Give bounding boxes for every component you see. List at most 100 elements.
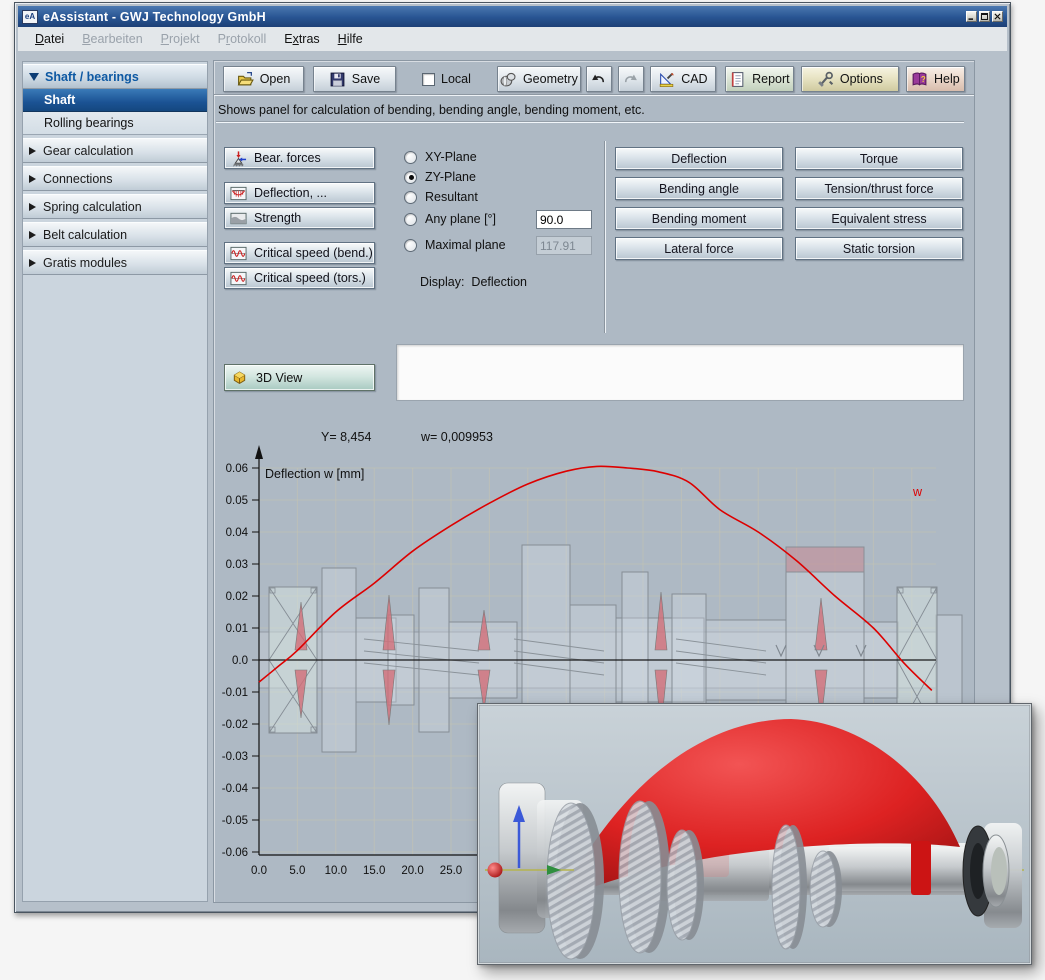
collapsed-triangle-icon <box>29 147 36 155</box>
sidebar-item-label: Shaft / bearings <box>45 70 139 84</box>
sidebar-item-label: Spring calculation <box>43 200 142 214</box>
toolbar-button-label: CAD <box>681 72 707 86</box>
any-plane-input[interactable] <box>536 210 592 229</box>
sidebar-item-shaft[interactable]: Shaft <box>23 89 207 112</box>
calc-button-label: Critical speed (bend.) <box>254 246 373 260</box>
save-disk-icon <box>329 71 346 88</box>
plane-radio-row-xy-plane: XY-Plane <box>404 150 477 164</box>
zy-plane-radio[interactable] <box>404 171 417 184</box>
readout-y: Y= 8,454 <box>321 430 371 444</box>
menu-datei[interactable]: Datei <box>26 30 73 48</box>
menu-extras[interactable]: Extras <box>275 30 328 48</box>
critical-speed-bend-button[interactable]: Critical speed (bend.) <box>224 242 375 264</box>
bending-angle-button[interactable]: Bending angle <box>615 177 783 200</box>
geometry-button[interactable]: Geometry <box>497 66 581 92</box>
sidebar-item-belt-calculation[interactable]: Belt calculation <box>23 222 207 247</box>
bear-forces-button[interactable]: Bear. forces <box>224 147 375 169</box>
result-button-label: Deflection <box>671 152 727 166</box>
sidebar-item-gear-calculation[interactable]: Gear calculation <box>23 138 207 163</box>
maximize-button[interactable] <box>979 11 990 22</box>
sidebar-item-label: Belt calculation <box>43 228 127 242</box>
svg-text:0.0: 0.0 <box>251 865 267 877</box>
view-3d-button[interactable]: 3D View <box>224 364 375 391</box>
svg-text:?: ? <box>921 74 926 83</box>
plane-radio-row-maximal-plane: Maximal plane <box>404 238 506 252</box>
calc-button-label: Bear. forces <box>254 151 321 165</box>
redo-arrow-button <box>618 66 644 92</box>
strength-button[interactable]: Strength <box>224 207 375 229</box>
sidebar-item-label: Gratis modules <box>43 256 127 270</box>
sidebar-item-rolling-bearings[interactable]: Rolling bearings <box>23 112 207 135</box>
critical-speed-icon <box>230 245 247 262</box>
bending-moment-button[interactable]: Bending moment <box>615 207 783 230</box>
svg-text:0.06: 0.06 <box>226 463 248 475</box>
svg-text:25.0: 25.0 <box>440 865 462 877</box>
svg-text:0.03: 0.03 <box>226 559 248 571</box>
sidebar-item-label: Rolling bearings <box>44 116 134 130</box>
cad-button[interactable]: CAD <box>650 66 716 92</box>
tension-thrust-force-button[interactable]: Tension/thrust force <box>795 177 963 200</box>
svg-text:20.0: 20.0 <box>401 865 423 877</box>
sidebar-item-shaft-bearings[interactable]: Shaft / bearings <box>23 64 207 89</box>
red-origin-sphere <box>488 863 503 878</box>
torque-button[interactable]: Torque <box>795 147 963 170</box>
svg-text:-0.04: -0.04 <box>222 783 249 795</box>
xy-plane-radio[interactable] <box>404 151 417 164</box>
save-button[interactable]: Save <box>313 66 396 92</box>
svg-text:5.0: 5.0 <box>289 865 305 877</box>
bearing-forces-icon <box>230 150 247 167</box>
red-band-3d <box>911 841 931 895</box>
local-checkbox[interactable] <box>422 73 435 86</box>
svg-text:0.05: 0.05 <box>226 495 248 507</box>
sidebar-item-connections[interactable]: Connections <box>23 166 207 191</box>
calc-button-label: Strength <box>254 211 301 225</box>
svg-text:0.04: 0.04 <box>226 527 249 539</box>
any-plane-radio[interactable] <box>404 213 417 226</box>
svg-text:-0.03: -0.03 <box>222 751 248 763</box>
window-title: eAssistant - GWJ Technology GmbH <box>43 10 964 24</box>
collapsed-triangle-icon <box>29 203 36 211</box>
open-button[interactable]: Open <box>223 66 304 92</box>
result-button-label: Static torsion <box>843 242 915 256</box>
status-divider <box>216 121 964 123</box>
options-button[interactable]: Options <box>801 66 899 92</box>
collapsed-triangle-icon <box>29 231 36 239</box>
result-button-label: Lateral force <box>664 242 733 256</box>
options-tools-icon <box>817 71 834 88</box>
info-panel <box>396 344 964 401</box>
plane-radio-row-any-plane: Any plane [°] <box>404 212 496 226</box>
lateral-force-button[interactable]: Lateral force <box>615 237 783 260</box>
critical-speed-tors-button[interactable]: Critical speed (tors.) <box>224 267 375 289</box>
result-button-grid: Deflection Torque Bending angle Tension/thr… <box>615 147 963 260</box>
sidebar-item-spring-calculation[interactable]: Spring calculation <box>23 194 207 219</box>
result-button-label: Bending angle <box>659 182 739 196</box>
minimize-button[interactable] <box>966 11 977 22</box>
overlay-3d-window[interactable] <box>477 703 1032 965</box>
any-plane-radio-label: Any plane [°] <box>425 212 496 226</box>
close-button[interactable] <box>992 11 1003 22</box>
xy-plane-radio-label: XY-Plane <box>425 150 477 164</box>
calc-button-label: Critical speed (tors.) <box>254 271 366 285</box>
deflection-button[interactable]: Deflection <box>615 147 783 170</box>
deflection-button[interactable]: Deflection, ... <box>224 182 375 204</box>
report-button[interactable]: Report <box>725 66 794 92</box>
result-button-label: Tension/thrust force <box>824 182 933 196</box>
maximal-plane-radio[interactable] <box>404 239 417 252</box>
deflection-curve-icon <box>230 185 247 202</box>
curve-legend-w: w <box>912 485 923 499</box>
shaft-3d-render[interactable] <box>479 705 1030 963</box>
resultant-radio-label: Resultant <box>425 190 478 204</box>
undo-arrow-button[interactable] <box>586 66 612 92</box>
undo-arrow-icon <box>590 71 607 88</box>
menu-hilfe[interactable]: Hilfe <box>329 30 372 48</box>
title-bar[interactable]: eA eAssistant - GWJ Technology GmbH <box>18 6 1007 27</box>
status-text: Shows panel for calculation of bending, … <box>218 103 645 117</box>
svg-text:0.01: 0.01 <box>226 623 248 635</box>
help-button[interactable]: ?Help <box>906 66 965 92</box>
resultant-radio[interactable] <box>404 191 417 204</box>
toolbar-button-label: Report <box>752 72 790 86</box>
equivalent-stress-button[interactable]: Equivalent stress <box>795 207 963 230</box>
sidebar-item-gratis-modules[interactable]: Gratis modules <box>23 250 207 275</box>
svg-text:0.02: 0.02 <box>226 591 248 603</box>
static-torsion-button[interactable]: Static torsion <box>795 237 963 260</box>
